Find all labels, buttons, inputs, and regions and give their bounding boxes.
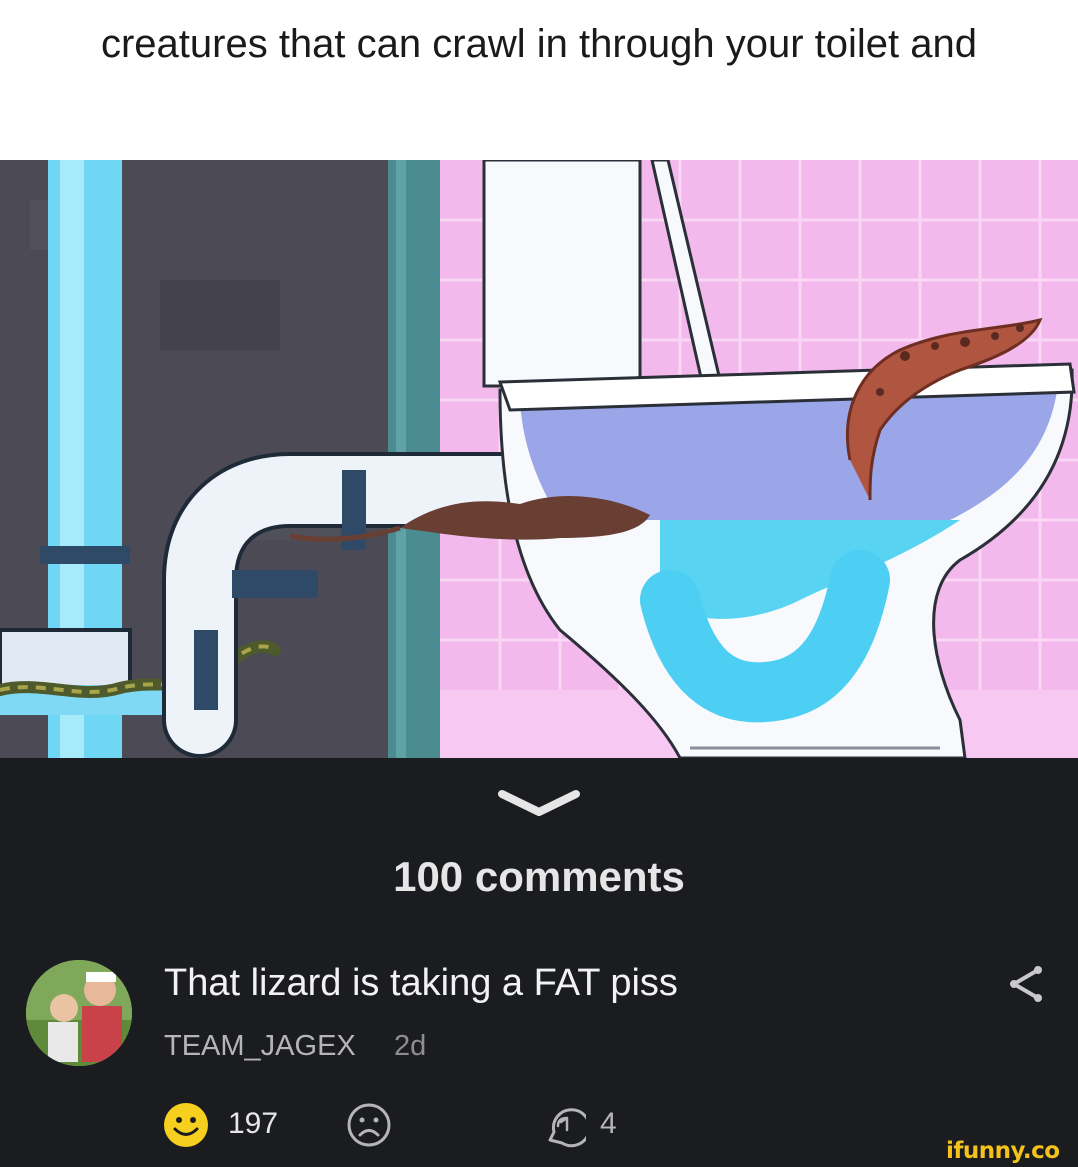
- avatar[interactable]: [26, 960, 132, 1066]
- unsmile-icon[interactable]: [346, 1102, 392, 1148]
- post-caption: creatures that can crawl in through your…: [100, 22, 978, 66]
- ifunny-watermark: ifunny.co: [946, 1138, 1060, 1164]
- reply-icon[interactable]: [540, 1102, 586, 1148]
- comment-timestamp: 2d: [394, 1030, 427, 1062]
- post-caption-area: creatures that can crawl in through your…: [0, 0, 1078, 160]
- smile-count: 197: [228, 1107, 279, 1140]
- smile-icon[interactable]: [163, 1102, 209, 1148]
- comments-count: 100 comments: [393, 853, 685, 900]
- chevron-down-icon[interactable]: [496, 786, 582, 822]
- comment-author[interactable]: TEAM_JAGEX: [164, 1030, 356, 1063]
- comment-text: That lizard is taking a FAT piss: [164, 962, 678, 1004]
- post-image[interactable]: [0, 160, 1078, 758]
- reply-count: 4: [600, 1107, 617, 1140]
- share-icon[interactable]: [1008, 964, 1044, 1004]
